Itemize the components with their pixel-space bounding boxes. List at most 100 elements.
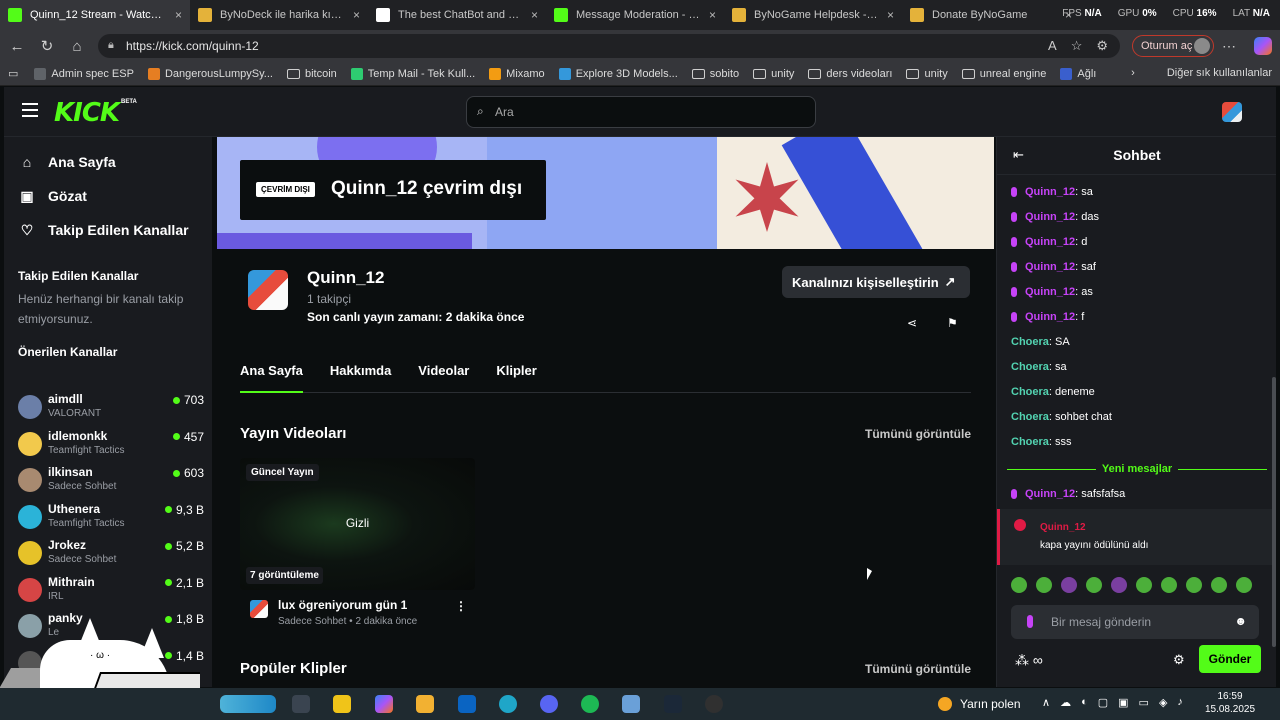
bookmark-item[interactable]: sobito [691, 68, 739, 80]
read-aloud-icon[interactable]: A [1048, 38, 1057, 54]
chat-username[interactable]: Quinn_12 [1025, 236, 1075, 248]
chat-username[interactable]: Quinn_12 [1025, 286, 1075, 298]
obs-icon[interactable] [705, 695, 723, 713]
emote-icon[interactable] [1111, 577, 1127, 593]
send-button[interactable]: Gönder [1199, 645, 1261, 673]
channel-tab[interactable]: Videolar [418, 361, 469, 393]
browser-tab[interactable]: The best ChatBot and Widget × [368, 0, 546, 30]
more-vertical-icon[interactable]: ⋮ [455, 599, 467, 613]
close-icon[interactable]: × [531, 8, 538, 22]
clock[interactable]: 16:59 15.08.2025 [1190, 690, 1270, 716]
chat-username[interactable]: Choera [1011, 386, 1049, 398]
close-icon[interactable]: × [709, 8, 716, 22]
emote-icon[interactable] [1236, 577, 1252, 593]
user-report-icon[interactable]: ⚑ [947, 316, 958, 330]
task-view-icon[interactable] [292, 695, 310, 713]
discord-icon[interactable] [540, 695, 558, 713]
emote-icon[interactable] [1086, 577, 1102, 593]
close-icon[interactable]: × [887, 8, 894, 22]
chat-username[interactable]: Choera [1011, 361, 1049, 373]
video-title[interactable]: lux ögreniyorum gün 1 [278, 598, 407, 612]
spotify-icon[interactable] [581, 695, 599, 713]
sidebar-item[interactable]: ⌂ Ana Sayfa [4, 145, 212, 179]
system-tray[interactable]: ∧ ☁ ◐ ▢ ▣ ▭ ◈ ♪ [1042, 696, 1183, 709]
share-icon[interactable]: ⋖ [907, 316, 917, 330]
favorite-star-icon[interactable]: ☆ [1071, 38, 1083, 54]
other-bookmarks[interactable]: Diğer sık kullanılanlar [1167, 67, 1272, 79]
extensions-icon[interactable]: ⚙ [1096, 38, 1108, 54]
emote-icon[interactable] [1161, 577, 1177, 593]
bookmark-item[interactable]: Admin spec ESP [34, 67, 134, 80]
chat-username[interactable]: Quinn_12 [1025, 488, 1075, 500]
search-input[interactable]: ⌕ Ara [466, 96, 816, 128]
chat-message-input[interactable]: Bir mesaj gönderin ☻ [1011, 605, 1259, 639]
channel-tab[interactable]: Ana Sayfa [240, 361, 303, 393]
recommended-channel[interactable]: aimdll VALORANT 703 [18, 391, 204, 427]
kick-logo[interactable]: KICK [54, 98, 120, 128]
sign-in-button[interactable]: Oturum aç [1132, 35, 1214, 57]
reading-list-icon[interactable]: ▭ [8, 67, 18, 80]
emoji-icon[interactable]: ☻ [1234, 614, 1247, 628]
store-icon[interactable] [333, 695, 351, 713]
customize-channel-button[interactable]: Kanalınızı kişiselleştirin ↗ [782, 266, 970, 298]
sidebar-item[interactable]: ▣ Gözat [4, 179, 212, 213]
reward-username[interactable]: Quinn_12 [1040, 522, 1086, 533]
chat-username[interactable]: Choera [1011, 411, 1049, 423]
channel-tab[interactable]: Hakkımda [330, 361, 391, 393]
weather-widget[interactable]: Yarın polen [938, 697, 1021, 711]
browser-tab[interactable]: Quinn_12 Stream - Watch Live × [0, 0, 190, 30]
recommended-channel[interactable]: idlemonkk Teamfight Tactics 457 [18, 428, 204, 464]
edge-icon[interactable] [499, 695, 517, 713]
bookmark-item[interactable]: Mixamo [489, 67, 545, 80]
chat-username[interactable]: Quinn_12 [1025, 211, 1075, 223]
widgets-icon[interactable] [220, 695, 276, 713]
recommended-channel[interactable]: Mithrain IRL 2,1 B [18, 574, 204, 610]
bookmark-item[interactable]: ders videoları [808, 68, 892, 80]
browser-tab[interactable]: Message Moderation - Kick D × [546, 0, 724, 30]
back-icon[interactable]: ← [4, 33, 30, 59]
chat-username[interactable]: Choera [1011, 336, 1049, 348]
chevron-right-icon[interactable]: › [1131, 67, 1135, 79]
file-explorer-icon[interactable] [416, 695, 434, 713]
recommended-channel[interactable]: Jrokez Sadece Sohbet 5,2 B [18, 537, 204, 573]
channel-avatar[interactable] [248, 270, 288, 310]
gear-icon[interactable]: ⚙ [1173, 652, 1185, 668]
bookmark-item[interactable]: DangerousLumpySy... [147, 67, 273, 80]
url-field[interactable]: 🔒︎ https://kick.com/quinn-12 A ☆ ⚙ [98, 34, 1120, 58]
emote-icon[interactable] [1186, 577, 1202, 593]
chat-username[interactable]: Choera [1011, 436, 1049, 448]
user-avatar[interactable] [1222, 102, 1242, 122]
channel-tab[interactable]: Klipler [496, 361, 536, 393]
video-channel-avatar[interactable] [250, 600, 268, 618]
bookmark-item[interactable]: bitcoin [286, 68, 337, 80]
reload-icon[interactable]: ↻ [34, 33, 60, 59]
browser-tab[interactable]: ByNoGame Helpdesk - Nasıl × [724, 0, 902, 30]
bookmark-item[interactable]: Explore 3D Models... [558, 67, 678, 80]
bookmark-item[interactable]: unreal engine [961, 68, 1046, 80]
scrollbar[interactable] [1272, 377, 1276, 647]
emote-icon[interactable] [1061, 577, 1077, 593]
copilot-icon[interactable] [1254, 37, 1272, 55]
chat-username[interactable]: Quinn_12 [1025, 261, 1075, 273]
bookmark-item[interactable]: unity [906, 68, 948, 80]
outlook-icon[interactable] [458, 695, 476, 713]
recommended-channel[interactable]: Uthenera Teamfight Tactics 9,3 B [18, 501, 204, 537]
bookmark-item[interactable]: Ağlı [1060, 67, 1096, 80]
more-menu-icon[interactable]: ⋯ [1222, 38, 1236, 55]
emote-icon[interactable] [1211, 577, 1227, 593]
bookmark-item[interactable]: unity [753, 68, 794, 80]
video-thumbnail[interactable]: Güncel Yayın Gizli 7 görüntüleme [240, 458, 475, 590]
bookmark-item[interactable]: Temp Mail - Tek Kull... [350, 67, 475, 80]
emote-icon[interactable] [1136, 577, 1152, 593]
close-icon[interactable]: × [175, 8, 182, 22]
clips-see-all-link[interactable]: Tümünü görüntüle [865, 662, 971, 676]
browser-tab[interactable]: Donate ByNoGame × [902, 0, 1080, 30]
sidebar-item[interactable]: ♡ Takip Edilen Kanallar [4, 213, 212, 247]
chat-username[interactable]: Quinn_12 [1025, 311, 1075, 323]
chat-extras-icon[interactable]: ⁂ ∞ [1015, 652, 1043, 669]
copilot-app-icon[interactable] [375, 695, 393, 713]
emote-icon[interactable] [1036, 577, 1052, 593]
steam-icon[interactable] [664, 695, 682, 713]
chat-username[interactable]: Quinn_12 [1025, 186, 1075, 198]
videos-see-all-link[interactable]: Tümünü görüntüle [865, 427, 971, 441]
